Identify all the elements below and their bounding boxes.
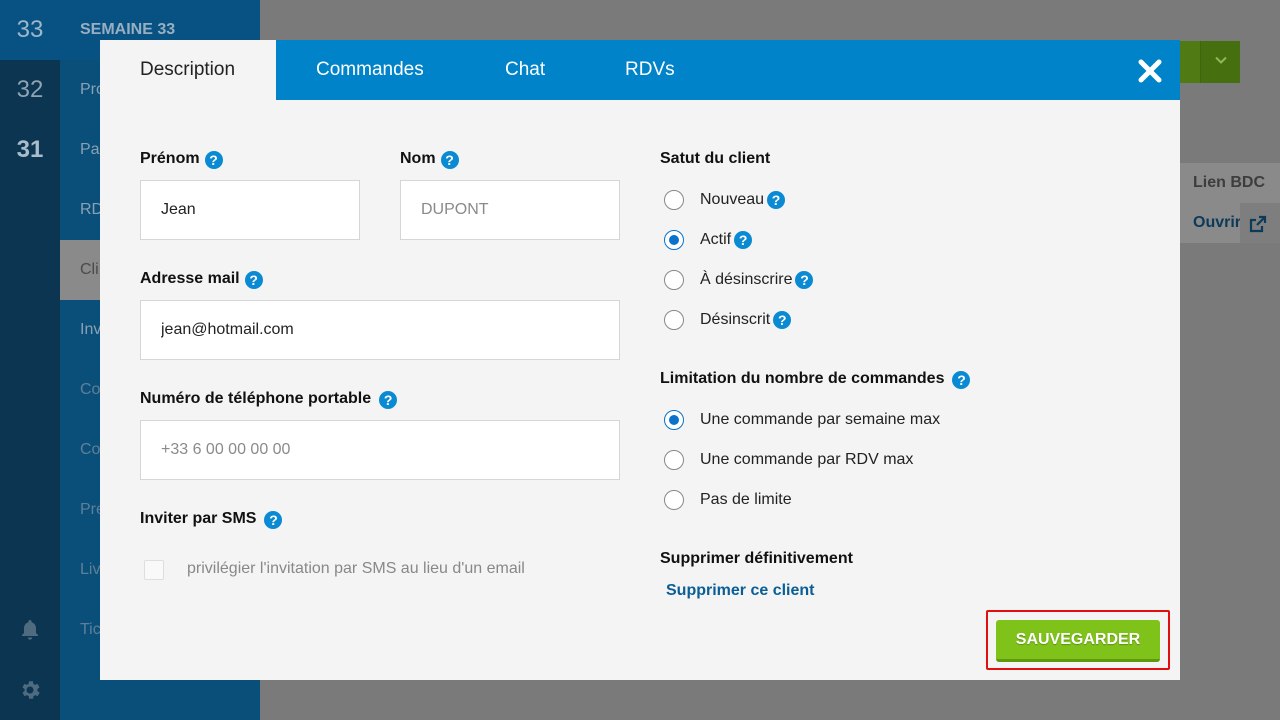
delete-label: Supprimer définitivement: [660, 550, 853, 567]
status-option-desinscrit[interactable]: Désinscrit?: [664, 308, 792, 332]
sms-label: Inviter par SMS?: [140, 510, 283, 529]
week-32[interactable]: 32: [0, 60, 60, 120]
tab-rdvs[interactable]: RDVs: [625, 40, 675, 100]
prenom-label: Prénom?: [140, 150, 223, 169]
tab-chat[interactable]: Chat: [505, 40, 545, 100]
prenom-input[interactable]: [140, 180, 360, 240]
radio-button[interactable]: [664, 450, 684, 470]
status-option-nouveau[interactable]: Nouveau?: [664, 188, 786, 212]
sms-label-text: Inviter par SMS: [140, 510, 257, 527]
limit-option-none[interactable]: Pas de limite: [664, 488, 792, 512]
week-33[interactable]: 33: [0, 0, 60, 60]
help-icon[interactable]: ?: [379, 391, 398, 409]
radio-button[interactable]: [664, 490, 684, 510]
week-sidebar: 33 32 31: [0, 0, 60, 720]
limit-label-text: Limitation du nombre de commandes: [660, 370, 945, 387]
radio-label: Actif: [700, 231, 732, 248]
email-label: Adresse mail?: [140, 270, 263, 289]
close-icon[interactable]: [1137, 58, 1163, 84]
email-label-text: Adresse mail: [140, 270, 240, 287]
lien-bdc-label: Lien BDC: [1193, 174, 1265, 191]
radio-button-checked[interactable]: [664, 230, 684, 250]
week-31[interactable]: 31: [0, 120, 60, 180]
sms-checkbox[interactable]: [144, 560, 164, 580]
radio-button-checked[interactable]: [664, 410, 684, 430]
help-icon[interactable]: ?: [773, 311, 792, 329]
nom-label: Nom?: [400, 150, 459, 169]
email-input[interactable]: [140, 300, 620, 360]
limit-option-rdv[interactable]: Une commande par RDV max: [664, 448, 913, 472]
radio-label: Une commande par RDV max: [700, 451, 914, 468]
status-label: Satut du client: [660, 150, 771, 167]
radio-label: À désinscrire: [700, 271, 793, 288]
help-icon[interactable]: ?: [734, 231, 753, 249]
radio-label: Une commande par semaine max: [700, 411, 941, 428]
help-icon[interactable]: ?: [244, 271, 263, 289]
help-icon[interactable]: ?: [440, 151, 459, 169]
external-link-icon: [1249, 215, 1267, 233]
gear-icon[interactable]: [18, 678, 42, 702]
status-option-a-desinscrire[interactable]: À désinscrire?: [664, 268, 814, 292]
help-icon[interactable]: ?: [795, 271, 814, 289]
tab-description[interactable]: Description: [100, 40, 276, 100]
help-icon[interactable]: ?: [952, 371, 971, 389]
phone-label: Numéro de téléphone portable?: [140, 390, 398, 409]
tab-bar: Description Commandes Chat RDVs: [100, 40, 1180, 100]
phone-input[interactable]: [140, 420, 620, 480]
nom-label-text: Nom: [400, 150, 436, 167]
limit-option-semaine[interactable]: Une commande par semaine max: [664, 408, 940, 432]
radio-button[interactable]: [664, 190, 684, 210]
phone-label-text: Numéro de téléphone portable: [140, 390, 372, 407]
radio-label: Nouveau: [700, 191, 765, 208]
prenom-label-text: Prénom: [140, 150, 200, 167]
sms-checkbox-label[interactable]: privilégier l'invitation par SMS au lieu…: [187, 560, 525, 578]
bell-icon[interactable]: [18, 618, 42, 642]
radio-label: Désinscrit: [700, 311, 771, 328]
nom-input[interactable]: [400, 180, 620, 240]
help-icon[interactable]: ?: [204, 151, 223, 169]
bg-action-button[interactable]: [1170, 41, 1240, 83]
status-option-actif[interactable]: Actif?: [664, 228, 753, 252]
ouvrir-link[interactable]: Ouvrir: [1193, 214, 1241, 232]
help-icon[interactable]: ?: [264, 511, 283, 529]
external-link-button[interactable]: [1240, 203, 1280, 243]
radio-button[interactable]: [664, 270, 684, 290]
chevron-down-icon: [1215, 56, 1227, 64]
client-modal: Description Commandes Chat RDVs Prénom? …: [100, 40, 1180, 680]
radio-label: Pas de limite: [700, 491, 792, 508]
limit-label: Limitation du nombre de commandes?: [660, 370, 971, 389]
help-icon[interactable]: ?: [767, 191, 786, 209]
delete-client-link[interactable]: Supprimer ce client: [666, 582, 815, 600]
tab-commandes[interactable]: Commandes: [316, 40, 424, 100]
radio-button[interactable]: [664, 310, 684, 330]
save-button[interactable]: SAUVEGARDER: [996, 620, 1160, 662]
